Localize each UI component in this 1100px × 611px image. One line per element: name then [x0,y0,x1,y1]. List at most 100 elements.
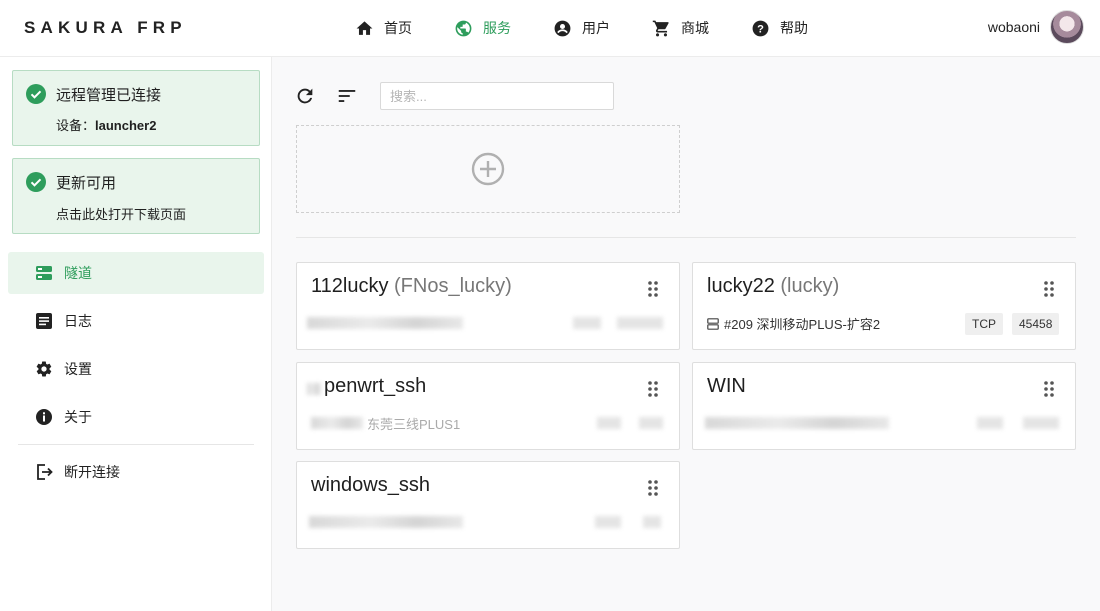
tunnel-card[interactable]: lucky22 (lucky) #209 深圳移动PLUS-扩容2 TCP 45… [692,262,1076,350]
obscured-port-tag [639,417,663,429]
tunnel-card[interactable]: 112lucky (FNos_lucky) [296,262,680,350]
tunnel-title: 112lucky (FNos_lucky) [311,275,512,298]
sort-icon [338,90,356,102]
account-icon [554,20,571,36]
tunnel-icon [35,264,53,282]
obscured-port-tag [643,516,661,528]
disconnect-label: 断开连接 [64,464,120,480]
tunnel-node-label: #209 深圳移动PLUS-扩容2 [724,317,881,332]
main-nav: 首页 服务 用户 商城 ? 帮助 [355,0,808,56]
nav-home[interactable]: 首页 [355,0,412,56]
obscured-node-info [705,417,889,429]
check-circle-icon [26,84,46,104]
sidebar-item-tunnels[interactable]: 隧道 [8,252,264,294]
sidebar-item-label: 日志 [64,313,92,329]
tunnel-node-label: 东莞三线PLUS1 [367,417,461,432]
obscured-node-prefix [311,417,363,429]
obscured-port-tag [617,317,663,329]
drag-handle-icon[interactable] [647,280,659,298]
top-bar: SAKURA FRP 首页 服务 用户 商城 ? 帮助 wobaoni [0,0,1100,57]
nav-user[interactable]: 用户 [553,0,610,56]
drag-handle-icon[interactable] [1043,380,1055,398]
tunnel-name: penwrt_ssh [324,375,427,397]
tunnel-title: windows_ssh [311,474,430,497]
tunnel-card[interactable]: windows_ssh [296,461,680,549]
home-icon [356,20,373,35]
logout-icon [35,463,53,481]
user-menu[interactable]: wobaoni [988,10,1084,44]
nav-services-label: 服务 [483,20,511,36]
sort-button[interactable] [335,84,359,108]
obscured-port-tag [1023,417,1059,429]
tunnel-name: windows_ssh [311,474,430,496]
protocol-badge: TCP [965,313,1003,335]
drag-handle-icon[interactable] [647,380,659,398]
tunnel-alias: (FNos_lucky) [394,275,512,297]
tunnel-name: 112lucky [311,275,389,297]
sidebar-item-label: 设置 [64,361,92,377]
port-badge: 45458 [1012,313,1060,335]
nav-help[interactable]: ? 帮助 [751,0,808,56]
nav-shop[interactable]: 商城 [652,0,709,56]
obscured-node-info [307,317,463,329]
username: wobaoni [987,19,1040,35]
sidebar-divider [18,444,254,445]
disconnect-button[interactable]: 断开连接 [8,451,264,493]
remote-connected-notice: 远程管理已连接 设备：launcher2 [12,70,260,146]
nav-home-label: 首页 [384,20,412,36]
nav-help-label: 帮助 [780,20,808,36]
sidebar-item-about[interactable]: 关于 [8,396,264,438]
search-input[interactable] [380,82,614,110]
sidebar-item-label: 关于 [64,409,92,425]
notice-device: 设备：launcher2 [56,115,156,134]
log-icon [35,312,53,330]
check-circle-icon [26,172,46,192]
device-label: 设备： [56,118,96,133]
main-content: 112lucky (FNos_lucky) lucky22 (lucky) #2… [272,57,1100,611]
sidebar-item-settings[interactable]: 设置 [8,348,264,390]
drag-handle-icon[interactable] [1043,280,1055,298]
nav-user-label: 用户 [582,20,610,36]
add-circle-icon [471,152,505,186]
tunnel-title: WIN [707,375,746,398]
brand-logo[interactable]: SAKURA FRP [24,18,187,38]
tunnel-name: lucky22 [707,275,775,297]
obscured-type-tag [573,317,601,329]
avatar[interactable] [1050,10,1084,44]
refresh-icon [297,88,313,104]
sidebar-item-logs[interactable]: 日志 [8,300,264,342]
obscured-type-tag [595,516,621,528]
tunnel-card[interactable]: penwrt_ssh 东莞三线PLUS1 [296,362,680,450]
help-icon: ? [752,20,769,36]
svg-text:?: ? [757,23,764,35]
sidebar-item-label: 隧道 [64,265,92,281]
notice-detail: 点击此处打开下载页面 [56,207,187,222]
drag-handle-icon[interactable] [647,479,659,497]
device-name: launcher2 [95,118,157,133]
obscured-node-info [309,516,463,528]
sidebar: 远程管理已连接 设备：launcher2 更新可用 点击此处打开下载页面 隧道 … [0,57,272,611]
section-divider [296,237,1076,238]
info-icon [35,408,53,426]
nav-shop-label: 商城 [681,20,709,36]
obscured-type-tag [597,417,621,429]
nav-services[interactable]: 服务 [454,0,511,56]
notice-title: 更新可用 [56,175,117,192]
tunnel-title: lucky22 (lucky) [707,275,839,298]
tunnel-node: #209 深圳移动PLUS-扩容2 [707,314,880,333]
tunnel-title: penwrt_ssh [324,375,426,398]
tunnel-node: 东莞三线PLUS1 [367,414,460,433]
cart-icon [652,20,669,36]
obscured-name-prefix [307,383,321,395]
refresh-button[interactable] [293,84,317,108]
tunnel-name: WIN [707,375,746,397]
obscured-type-tag [977,417,1003,429]
server-icon [707,317,719,330]
gear-icon [35,360,53,378]
notice-title: 远程管理已连接 [56,87,162,104]
update-available-notice[interactable]: 更新可用 点击此处打开下载页面 [12,158,260,234]
globe-icon [455,20,472,36]
tunnel-card[interactable]: WIN [692,362,1076,450]
add-tunnel-button[interactable] [296,125,680,213]
tunnel-alias: (lucky) [780,275,840,297]
